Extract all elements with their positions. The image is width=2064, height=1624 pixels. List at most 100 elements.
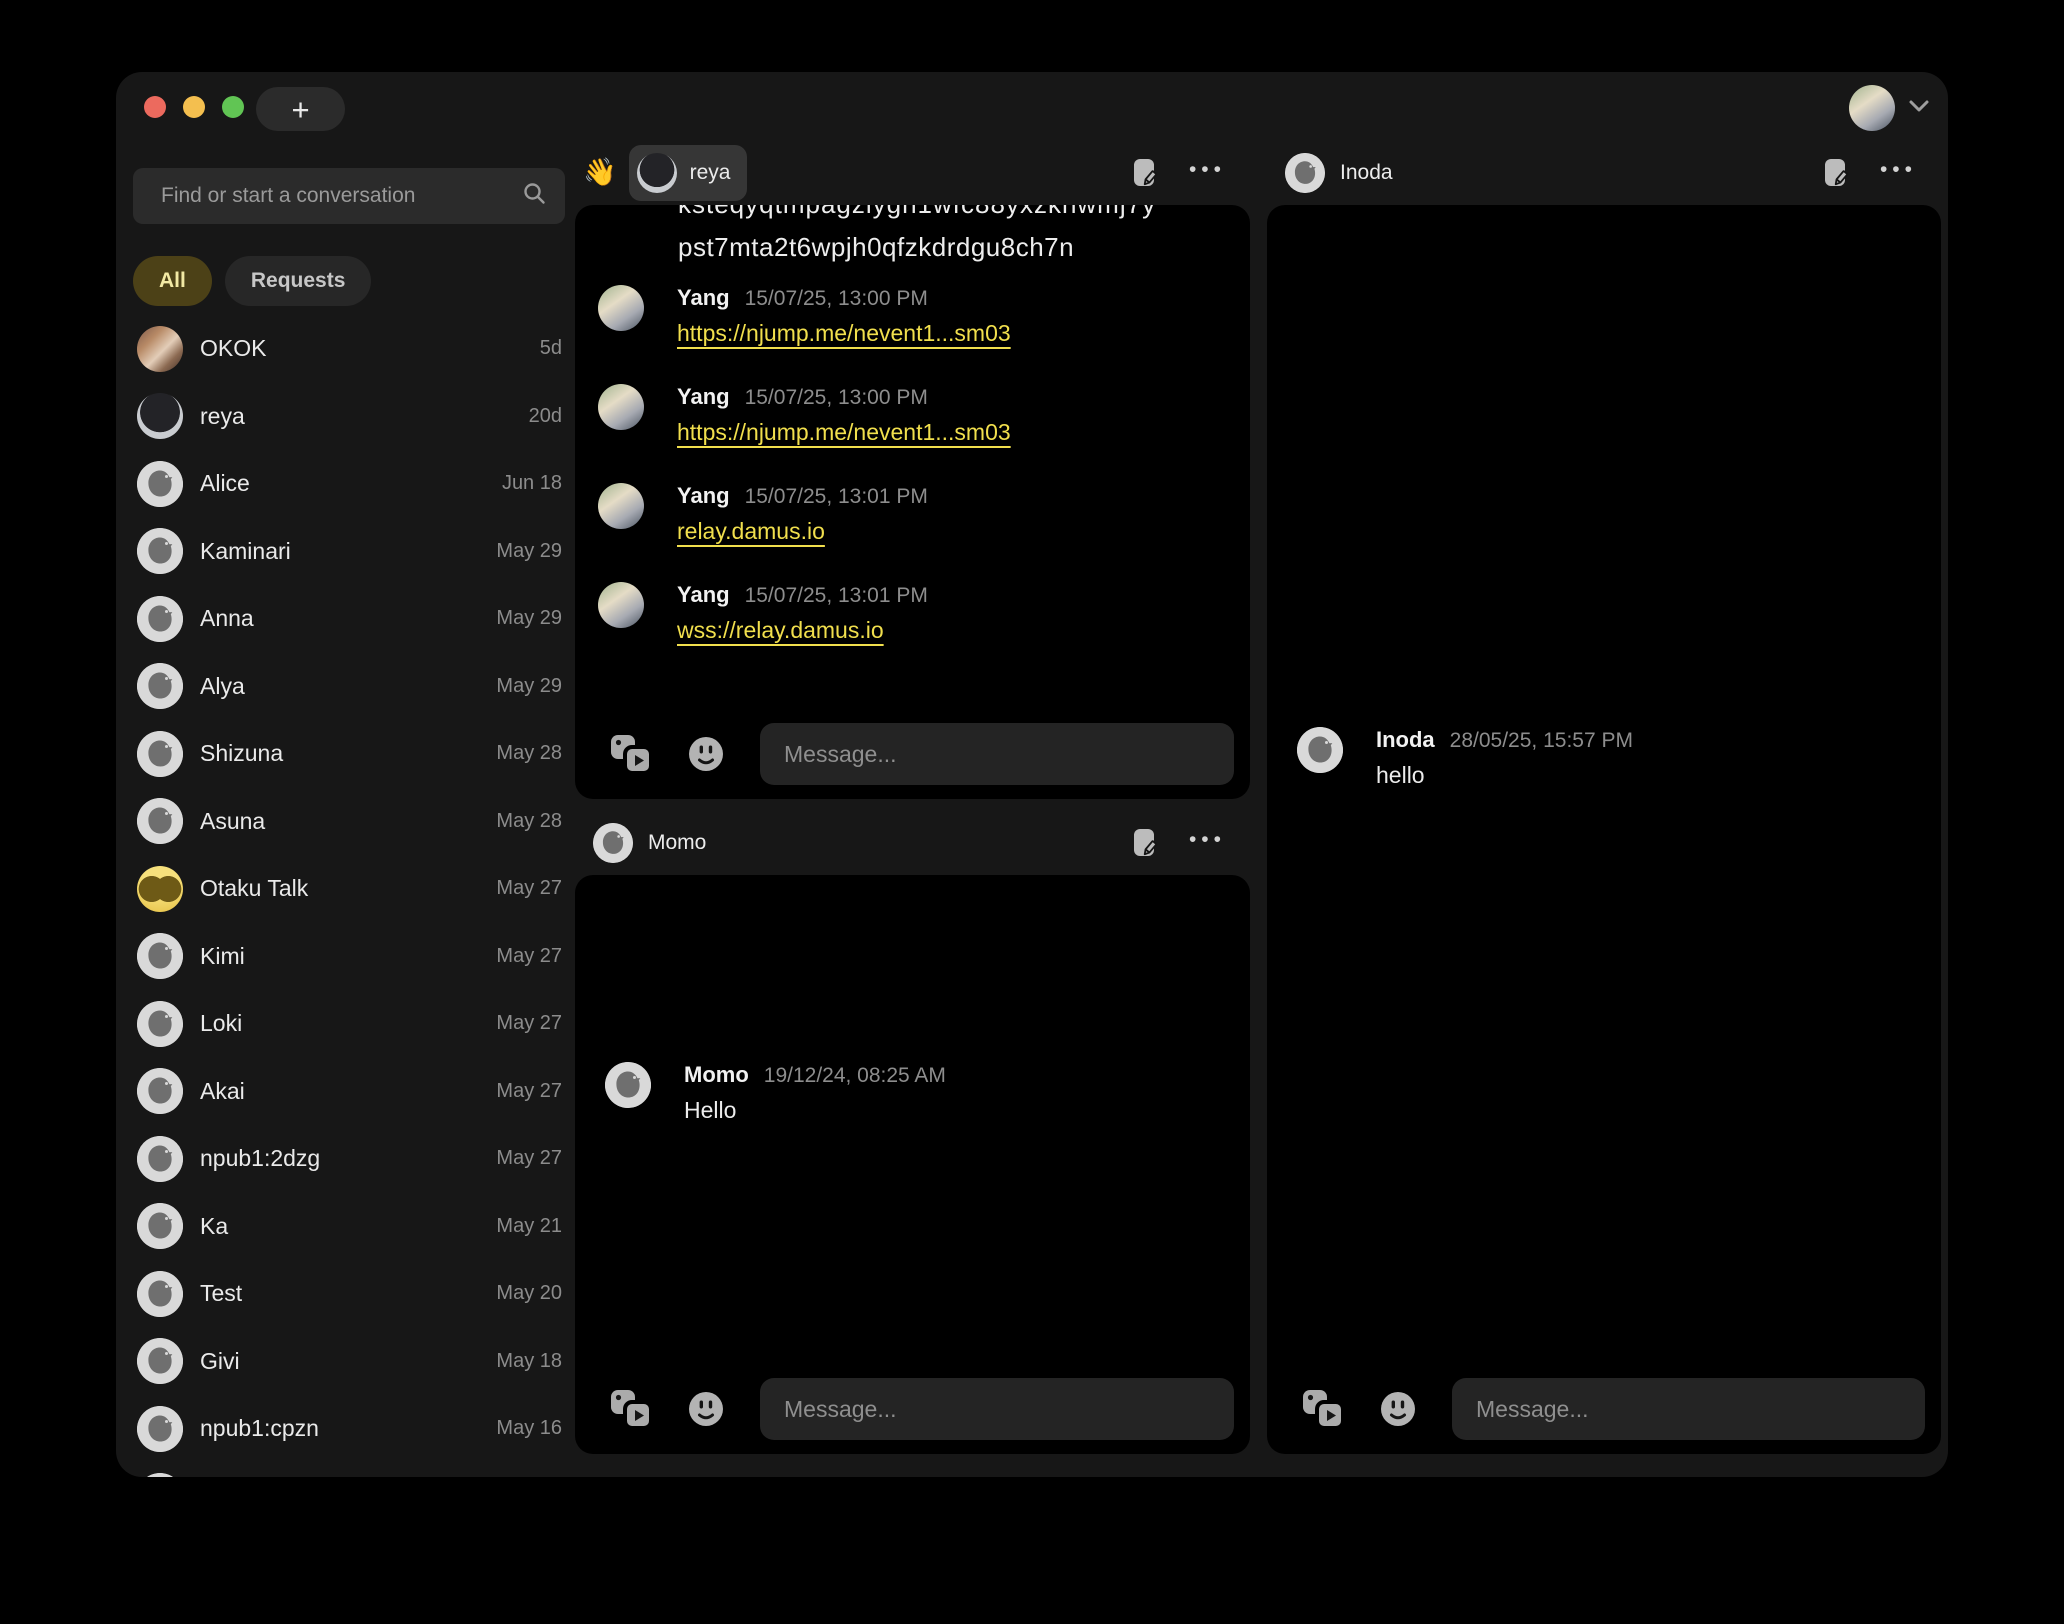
conversation-name: Otaku Talk [200, 875, 308, 902]
close-window-button[interactable] [144, 96, 166, 118]
message-row: Yang15/07/25, 13:00 PM https://njump.me/n… [598, 384, 1250, 446]
message-input[interactable] [760, 1378, 1234, 1440]
conversation-row[interactable]: AnnaMay 29 [133, 585, 565, 653]
conversation-row[interactable]: Otaku Talk May 27 [133, 855, 565, 923]
conversation-name: Alya [200, 673, 245, 700]
panel-actions: ••• [1822, 157, 1917, 189]
panel-actions: ••• [1131, 827, 1226, 859]
message-link[interactable]: relay.damus.io [677, 518, 928, 545]
media-picker-icon[interactable] [608, 732, 654, 776]
conversation-row[interactable]: AliceJun 18 [133, 450, 565, 518]
conversation-row[interactable]: ShizunaMay 28 [133, 720, 565, 788]
media-picker-icon[interactable] [608, 1387, 654, 1431]
conversation-avatar [137, 731, 183, 777]
more-options-icon[interactable]: ••• [1189, 159, 1226, 186]
app-window: + AllRequests OKOK5dreya20dAliceJun 18Ka… [116, 72, 1948, 1477]
conversation-row[interactable]: reya20d [133, 383, 565, 451]
conversation-row[interactable]: Kimi May 27 [133, 923, 565, 991]
conversation-date: May 27 [496, 945, 562, 968]
conversation-date: May 28 [496, 742, 562, 765]
message-head: Momo19/12/24, 08:25 AM [684, 1062, 946, 1088]
conversation-avatar [137, 1406, 183, 1452]
conversation-row[interactable]: LokiMay 27 [133, 990, 565, 1058]
message-timestamp: 28/05/25, 15:57 PM [1450, 729, 1633, 753]
conversation-date: May 28 [496, 810, 562, 833]
emoji-picker-icon[interactable] [685, 733, 727, 775]
conversation-avatar [137, 798, 183, 844]
conversation-row[interactable]: Ka May 21 [133, 1193, 565, 1261]
conversation-avatar [137, 1136, 183, 1182]
message-head: Yang15/07/25, 13:00 PM [677, 384, 1011, 410]
message-list: Momo19/12/24, 08:25 AM Hello [575, 1062, 1250, 1161]
account-avatar[interactable] [1849, 85, 1895, 131]
tab-all[interactable]: All [133, 256, 212, 306]
chat-body-reya: ksteqyqtmpagzlygn1wfc88yxzknwmj7ypst7mta… [575, 205, 1250, 799]
conversation-date: May 27 [496, 1147, 562, 1170]
message-text: Hello [684, 1097, 946, 1124]
message-author: Yang [677, 285, 730, 311]
conversation-date: May 21 [496, 1215, 562, 1238]
message-author: Inoda [1376, 727, 1435, 753]
conversation-date: May 29 [496, 675, 562, 698]
emoji-picker-icon[interactable] [685, 1388, 727, 1430]
message-input[interactable] [1452, 1378, 1925, 1440]
message-content: Yang15/07/25, 13:00 PM https://njump.me/n… [677, 285, 1011, 347]
conversation-avatar [137, 326, 183, 372]
clipped-message-text: ksteqyqtmpagzlygn1wfc88yxzknwmj7y [678, 205, 1250, 225]
conversation-row[interactable]: AkaiMay 27 [133, 1058, 565, 1126]
conversation-row[interactable] [133, 1463, 565, 1478]
search-input[interactable] [159, 183, 522, 209]
window-controls [144, 96, 244, 118]
zoom-window-button[interactable] [222, 96, 244, 118]
conversation-name: Kimi [200, 943, 245, 970]
message-list: ksteqyqtmpagzlygn1wfc88yxzknwmj7ypst7mta… [575, 205, 1250, 681]
message-avatar [598, 483, 644, 529]
conversation-date: May 29 [496, 607, 562, 630]
message-link[interactable]: https://njump.me/nevent1...sm03 [677, 419, 1011, 446]
message-head: Yang15/07/25, 13:01 PM [677, 582, 928, 608]
conversation-row[interactable]: OKOK5d [133, 315, 565, 383]
message-row: Yang15/07/25, 13:01 PM relay.damus.io [598, 483, 1250, 545]
message-link[interactable]: wss://relay.damus.io [677, 617, 928, 644]
chevron-down-icon[interactable] [1908, 99, 1930, 118]
tab-requests[interactable]: Requests [225, 256, 372, 306]
conversation-avatar [137, 866, 183, 912]
conversation-row[interactable]: npub1:cpznMay 16 [133, 1395, 565, 1463]
conversation-name: Ka [200, 1213, 228, 1240]
conversation-row[interactable]: TestMay 20 [133, 1260, 565, 1328]
conversation-row[interactable]: AsunaMay 28 [133, 788, 565, 856]
conversation-date: May 27 [496, 877, 562, 900]
message-row: Momo19/12/24, 08:25 AM Hello [605, 1062, 1250, 1124]
more-options-icon[interactable]: ••• [1189, 829, 1226, 856]
search-box[interactable] [133, 168, 565, 224]
account-chip[interactable] [1849, 85, 1930, 131]
note-edit-icon[interactable] [1131, 157, 1159, 189]
conversation-name: Test [200, 1280, 242, 1307]
peer-title-pill[interactable]: reya [629, 145, 748, 201]
more-options-icon[interactable]: ••• [1880, 159, 1917, 186]
media-picker-icon[interactable] [1300, 1387, 1346, 1431]
conversation-avatar [137, 528, 183, 574]
message-head: Yang15/07/25, 13:01 PM [677, 483, 928, 509]
message-head: Inoda 28/05/25, 15:57 PM [1376, 727, 1633, 753]
message-input[interactable] [760, 723, 1234, 785]
conversation-row[interactable]: KaminariMay 29 [133, 518, 565, 586]
note-edit-icon[interactable] [1822, 157, 1850, 189]
message-timestamp: 19/12/24, 08:25 AM [764, 1064, 946, 1088]
chat-panel-momo: Momo•••Momo19/12/24, 08:25 AMHello [575, 810, 1250, 1454]
minimize-window-button[interactable] [183, 96, 205, 118]
composer [575, 723, 1250, 799]
filter-tabs: All Requests [133, 256, 565, 306]
message-link[interactable]: https://njump.me/nevent1...sm03 [677, 320, 1011, 347]
message-head: Yang15/07/25, 13:00 PM [677, 285, 1011, 311]
conversation-row[interactable]: npub1:2dzgMay 27 [133, 1125, 565, 1193]
conversation-row[interactable]: Alya May 29 [133, 653, 565, 721]
peer-name: Inoda [1340, 161, 1393, 185]
conversation-avatar [137, 1203, 183, 1249]
search-icon [522, 181, 547, 211]
note-edit-icon[interactable] [1131, 827, 1159, 859]
message-timestamp: 15/07/25, 13:01 PM [745, 485, 928, 509]
conversation-row[interactable]: GiviMay 18 [133, 1328, 565, 1396]
new-conversation-button[interactable]: + [256, 87, 345, 131]
emoji-picker-icon[interactable] [1377, 1388, 1419, 1430]
